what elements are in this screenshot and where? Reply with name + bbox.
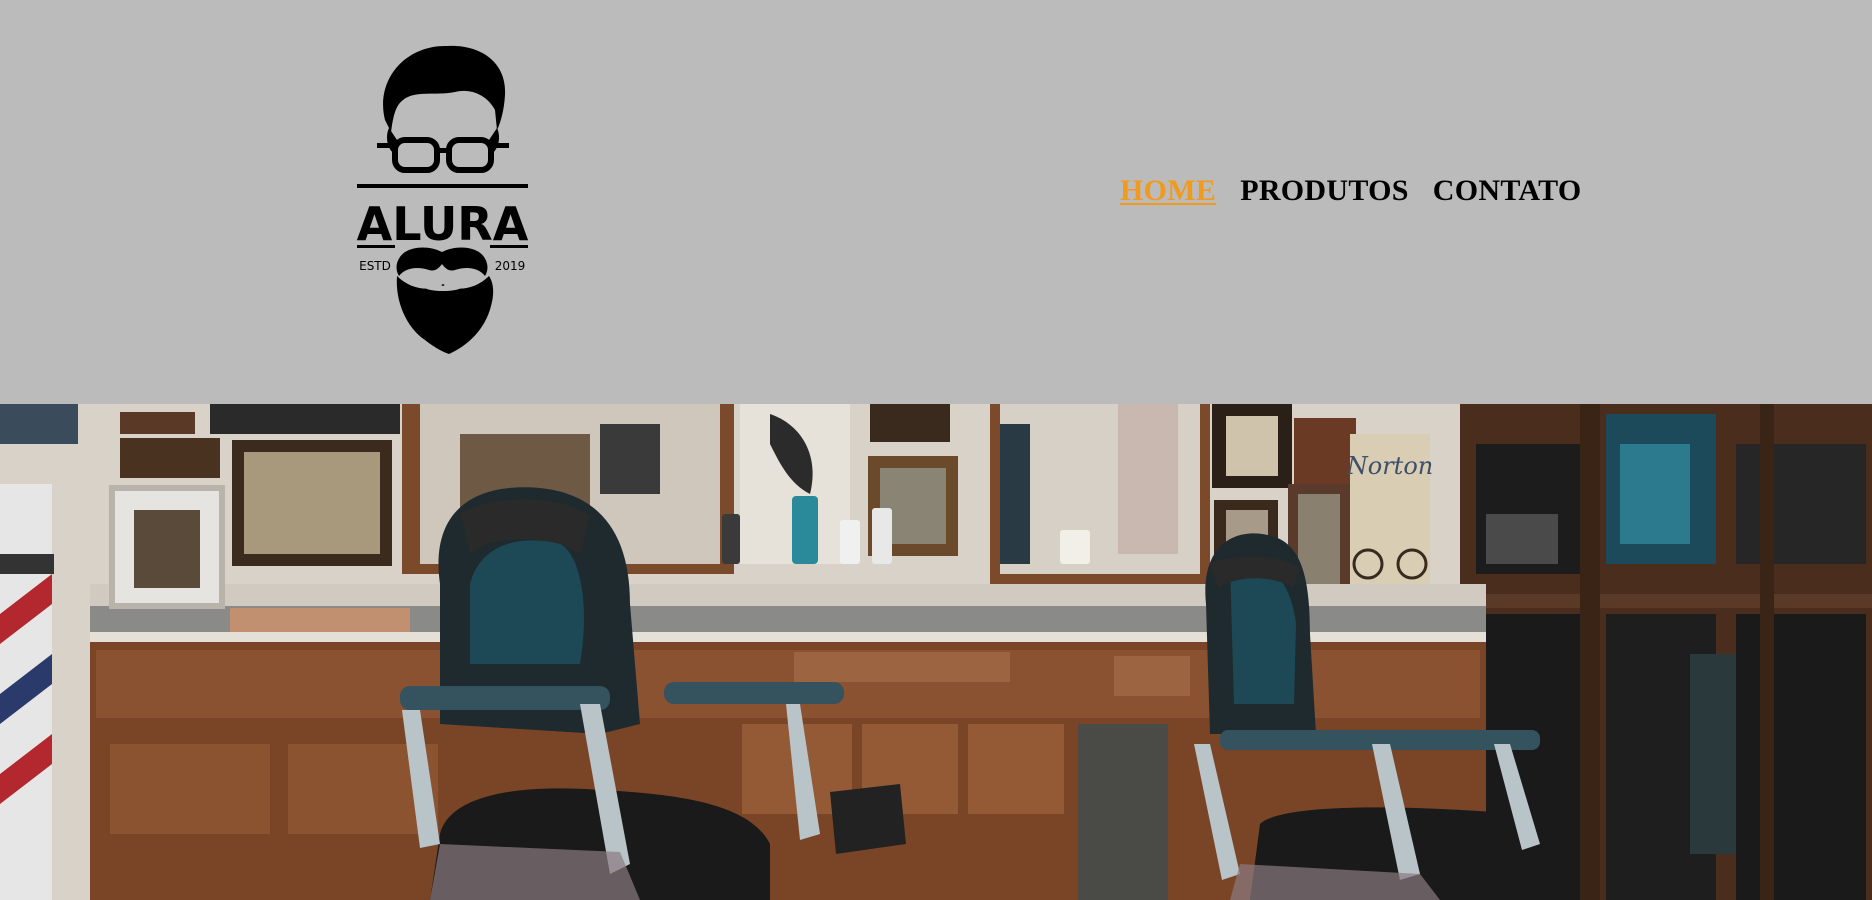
site-header: ALURA ESTD 2019 HOME PRODUTOS CONTATO: [0, 0, 1872, 404]
logo-left-tag: ESTD: [359, 259, 391, 273]
nav-link-home[interactable]: HOME: [1120, 174, 1216, 208]
nav-link-contato[interactable]: CONTATO: [1433, 174, 1582, 208]
nav-link-produtos[interactable]: PRODUTOS: [1240, 174, 1409, 208]
norton-poster-text: Norton: [1346, 452, 1433, 480]
alura-logo[interactable]: ALURA ESTD 2019: [355, 40, 530, 355]
hero-banner: Norton: [0, 404, 1872, 900]
barbershop-interior-image: Norton: [0, 404, 1872, 900]
logo-right-tag: 2019: [495, 259, 526, 273]
bearded-man-glasses-logo-icon: ALURA ESTD 2019: [357, 45, 529, 354]
main-nav: HOME PRODUTOS CONTATO: [1120, 174, 1582, 208]
logo-brand-text: ALURA: [357, 197, 529, 251]
